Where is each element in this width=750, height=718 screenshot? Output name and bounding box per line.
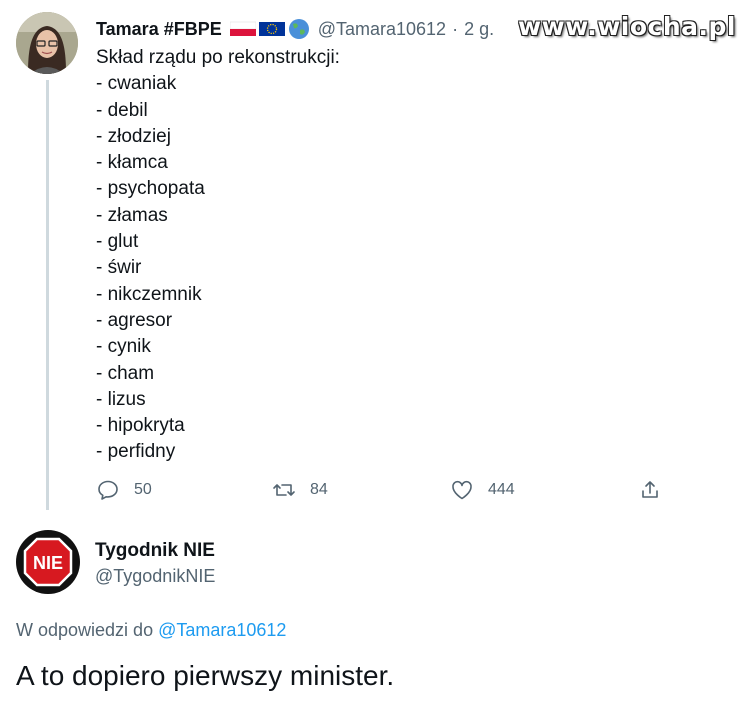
globe-icon (288, 19, 309, 39)
author-name[interactable]: Tygodnik NIE (95, 540, 215, 562)
thread-connector-line (46, 80, 49, 510)
tweet-text-line: - świr (96, 257, 142, 279)
tweet-text-line: - złodziej (96, 125, 171, 147)
nie-logo-icon: NIE (16, 530, 80, 594)
tweet-text-line: - hipokryta (96, 415, 185, 437)
tweet-text-line: - złamas (96, 204, 168, 226)
tweet-text-line: - glut (96, 231, 139, 253)
reply-context: W odpowiedzi do @Tamara10612 (16, 620, 286, 641)
reply-icon (98, 480, 118, 500)
poland-flag-icon (229, 21, 256, 36)
tweet-text-line: - psychopata (96, 178, 205, 200)
retweet-button[interactable]: 84 (272, 478, 328, 502)
reply-button[interactable]: 50 (96, 478, 152, 502)
separator-dot: · (452, 18, 459, 39)
like-count: 444 (488, 481, 515, 498)
avatar-portrait-icon (16, 12, 78, 74)
share-icon (642, 481, 658, 498)
svg-text:NIE: NIE (33, 553, 63, 573)
tweet-header: Tamara #FBPE @Tamara10612 · 2 g. (96, 16, 494, 42)
tweet-text-line: - cynik (96, 336, 151, 358)
like-button[interactable]: 444 (450, 478, 515, 502)
tweet-text-line: - lizus (96, 388, 146, 410)
site-watermark: www.wiocha.pl (518, 12, 736, 41)
retweet-icon (273, 484, 295, 496)
share-button[interactable] (638, 478, 662, 502)
tweet-text: Skład rządu po rekonstrukcji: - cwaniak … (96, 45, 340, 466)
tweet-text-line: - kłamca (96, 152, 168, 174)
author-handle[interactable]: @TygodnikNIE (95, 566, 215, 587)
author-handle[interactable]: @Tamara10612 (318, 19, 446, 40)
reply-count: 50 (134, 481, 152, 498)
tweet-text-line: - cwaniak (96, 73, 177, 95)
nie-avatar[interactable]: NIE (16, 530, 80, 594)
reply-mention-link[interactable]: @Tamara10612 (158, 620, 286, 640)
author-name[interactable]: Tamara #FBPE (96, 19, 222, 40)
tweet-text-line: - nikczemnik (96, 283, 202, 305)
tweet-actions: 50 84 444 (96, 478, 676, 504)
retweet-count: 84 (310, 481, 328, 498)
tweet-text-line: - agresor (96, 309, 173, 331)
tweet-text-line: Skład rządu po rekonstrukcji: (96, 47, 340, 68)
tweet-text: A to dopiero pierwszy minister. (16, 660, 395, 691)
author-badges (229, 18, 310, 40)
tweet-text-line: - cham (96, 362, 155, 384)
tweet-text-line: - debil (96, 99, 148, 121)
heart-icon (452, 480, 472, 500)
eu-flag-icon (258, 22, 285, 36)
avatar[interactable] (16, 12, 78, 74)
tweet-timestamp[interactable]: 2 g. (464, 19, 494, 40)
reply-prefix: W odpowiedzi do (16, 620, 154, 640)
tweet-text-line: - perfidny (96, 441, 176, 463)
